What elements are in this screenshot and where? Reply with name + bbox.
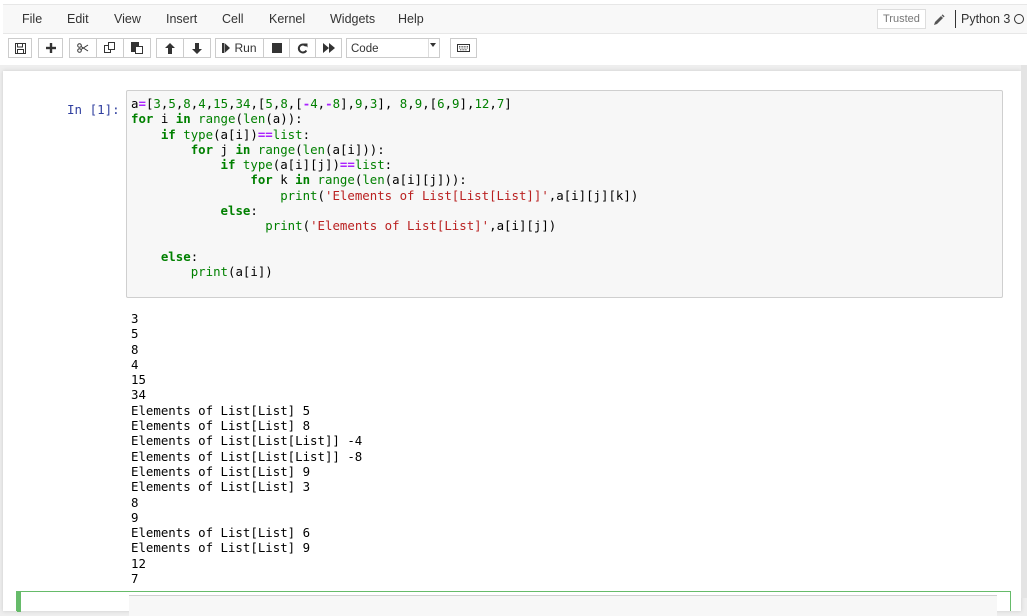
run-button[interactable]: Run — [215, 38, 264, 58]
cell-type-value: Code — [351, 43, 379, 55]
output-line: 5 — [131, 326, 139, 342]
pencil-icon[interactable] — [933, 13, 945, 25]
cell-selection-bar — [17, 592, 21, 612]
keyboard-icon — [457, 44, 470, 52]
arrow-up-icon — [165, 42, 175, 54]
move-up-button[interactable] — [156, 38, 184, 58]
code-line: if type(a[i])==list: — [160, 126, 311, 142]
menu-file[interactable]: File — [22, 12, 42, 26]
chevron-down-icon — [430, 43, 436, 47]
output-line: 34 — [131, 387, 146, 403]
code-line: a=[3,5,8,4,15,34,[5,8,[-4,-8],9,3], 8,9,… — [131, 96, 512, 111]
copy-button[interactable] — [96, 38, 124, 58]
code-line: if type(a[i][j])==list: — [220, 157, 393, 173]
menubar: File Edit View Insert Cell Kernel Widget… — [3, 4, 1027, 34]
scrollbar[interactable] — [1021, 65, 1027, 598]
paste-icon — [131, 42, 143, 54]
menu-widgets[interactable]: Widgets — [330, 12, 375, 26]
copy-icon — [104, 42, 116, 54]
output-line: 9 — [131, 509, 139, 525]
output-line: 12 — [131, 555, 146, 571]
run-all-button[interactable] — [315, 38, 342, 58]
output-line: Elements of List[List] 9 — [131, 540, 311, 556]
output-line: Elements of List[List] 5 — [131, 402, 311, 418]
code-line: print('Elements of List[List[List]]',a[i… — [280, 187, 639, 203]
fast-forward-icon — [322, 43, 335, 53]
kernel-name[interactable]: Python 3 — [961, 12, 1010, 26]
code-line: else: — [160, 248, 199, 264]
insert-cell-button[interactable] — [38, 38, 63, 58]
cell-output: 3 5 8 4 15 34 Elements of List[List] 5 Elements… — [131, 311, 362, 586]
toolbar: Run Code — [0, 36, 1027, 63]
output-line: 7 — [131, 571, 139, 587]
output-line: Elements of List[List[List]] -8 — [131, 448, 363, 464]
menu-insert[interactable]: Insert — [166, 12, 197, 26]
code-line: print('Elements of List[List]',a[i][j]) — [265, 218, 557, 234]
notebook-site: In [1]: a=[3,5,8,4,15,34,[5,8,[-4,-8],9,… — [0, 65, 1027, 616]
restart-icon — [297, 43, 308, 54]
menu-view[interactable]: View — [114, 12, 141, 26]
kernel-idle-icon — [1014, 14, 1024, 24]
code-line: for k in range(len(a[i][j])): — [250, 172, 467, 188]
code-line: for i in range(len(a)): — [131, 111, 303, 127]
paste-button[interactable] — [123, 38, 151, 58]
menu-kernel[interactable]: Kernel — [269, 12, 305, 26]
code-line: else: — [220, 203, 258, 219]
output-line: 8 — [131, 341, 139, 357]
next-cell-selected[interactable] — [16, 591, 1011, 616]
save-icon — [14, 42, 26, 54]
restart-button[interactable] — [289, 38, 316, 58]
output-line: Elements of List[List] 6 — [131, 525, 311, 541]
notebook-container: In [1]: a=[3,5,8,4,15,34,[5,8,[-4,-8],9,… — [3, 71, 1021, 616]
menu-cell[interactable]: Cell — [222, 12, 244, 26]
input-prompt: In [1]: — [67, 102, 120, 117]
cut-icon — [77, 43, 89, 53]
step-forward-icon — [222, 43, 231, 53]
arrow-down-icon — [192, 42, 202, 54]
output-line: Elements of List[List] 8 — [131, 418, 311, 434]
cell-type-select[interactable]: Code — [346, 38, 440, 58]
interrupt-button[interactable] — [263, 38, 290, 58]
code-cell-input[interactable]: a=[3,5,8,4,15,34,[5,8,[-4,-8],9,3], 8,9,… — [126, 90, 1003, 298]
cut-button[interactable] — [69, 38, 97, 58]
output-line: 15 — [131, 372, 146, 388]
move-down-button[interactable] — [183, 38, 211, 58]
plus-icon — [45, 43, 56, 53]
run-label: Run — [234, 41, 257, 55]
menu-help[interactable]: Help — [398, 12, 424, 26]
output-line: 3 — [131, 311, 139, 326]
next-cell-input[interactable] — [129, 595, 997, 616]
kernel-separator — [955, 10, 956, 28]
output-line: Elements of List[List] 9 — [131, 463, 311, 479]
output-line: Elements of List[List[List]] -4 — [131, 433, 363, 449]
output-line: 8 — [131, 494, 139, 510]
code-line: print(a[i]) — [190, 264, 273, 280]
code-editor[interactable]: a=[3,5,8,4,15,34,[5,8,[-4,-8],9,3], 8,9,… — [131, 96, 638, 280]
output-line: 4 — [131, 356, 139, 372]
save-button[interactable] — [8, 38, 32, 58]
trusted-indicator[interactable]: Trusted — [877, 9, 926, 29]
code-line: for j in range(len(a[i])): — [190, 141, 385, 157]
stop-icon — [271, 43, 282, 53]
notebook-header: File Edit View Insert Cell Kernel Widget… — [0, 0, 1027, 65]
output-line: Elements of List[List] 3 — [131, 479, 311, 495]
command-palette-button[interactable] — [450, 38, 477, 58]
menu-edit[interactable]: Edit — [67, 12, 89, 26]
